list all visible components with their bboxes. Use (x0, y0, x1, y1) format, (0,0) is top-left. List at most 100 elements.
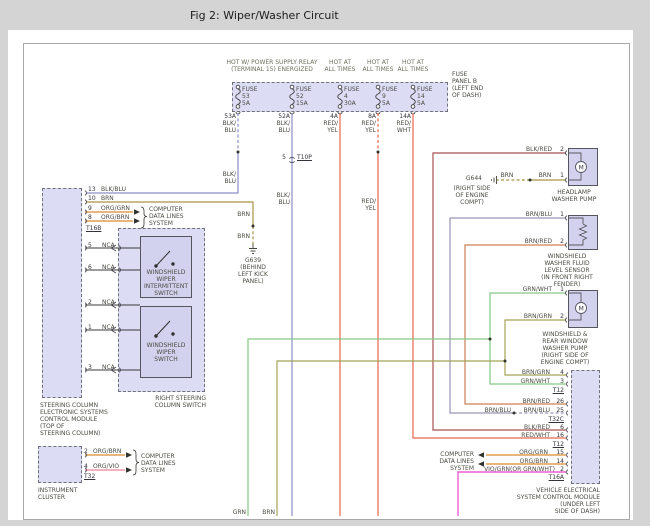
scm-pin-10-wire: BRN (101, 195, 133, 202)
vecm-pin-2: 2 (552, 466, 564, 473)
sw-pin-5: 5 (88, 242, 96, 249)
vecm-wire-brn-blu-b: BRN/BLU (516, 407, 550, 414)
vecm-pin-4: 4 (552, 369, 564, 376)
ground-g644-label: G644 (456, 175, 482, 182)
cluster-wire-org-brn: ORG/BRN (93, 448, 125, 455)
terminal-8a: 8A (354, 113, 376, 120)
scm-pin-8-wire: ORG/BRN (101, 214, 133, 221)
wire-label-blk-blu-4: BLK/BLU (268, 192, 290, 206)
headlamp-washer-pump-label: HEADLAMPWASHER PUMP (546, 189, 602, 203)
scm-pin-10: 10 (88, 195, 98, 202)
wire-label-red-yel-3: RED/YEL (354, 198, 376, 212)
vecm-wire-org-grn: ORG/GRN (512, 449, 548, 456)
vecm-wire-org-brn: ORG/BRN (512, 458, 548, 465)
data-line-braces (133, 207, 147, 475)
wire-label-brn-red-sensor: BRN/RED (518, 238, 552, 245)
cluster-wire-org-vio: ORG/VIO (93, 463, 125, 470)
vehicle-electrical-module-label: VEHICLE ELECTRICALSYSTEM CONTROL MODULE(… (510, 487, 600, 515)
scm-pin-13: 13 (88, 186, 98, 193)
instrument-cluster-label: INSTRUMENTCLUSTER (38, 487, 98, 501)
vecm-wire-brn-blu-a: BRN/BLU (477, 407, 511, 414)
motor-m-wwp: M (579, 306, 584, 313)
cluster-pin-top: 2 (84, 448, 92, 455)
hwp-pin-2: 2 (554, 146, 564, 153)
vecm-t12-label-1: T12 (534, 387, 564, 394)
ground-g639-symbol (249, 244, 257, 254)
wire-label-brn-2: BRN (232, 233, 250, 240)
vecm-t12-label-2: T12 (534, 441, 564, 448)
t16b-label: T16B (86, 225, 106, 232)
hot-at-all-times-header-3: HOT ATALL TIMES (389, 59, 437, 73)
wwp-pin-2: 2 (554, 313, 564, 320)
vecm-wire-brn-red: BRN/RED (514, 398, 550, 405)
vecm-pin-16: 16 (552, 432, 564, 439)
wfls-pin-2: 2 (554, 238, 564, 245)
sw-pin-1: 1 (88, 324, 96, 331)
wire-label-blk-blu-2: BLK/BLU (214, 171, 236, 185)
wire-label-red-wht: RED/WHT (389, 120, 411, 134)
scm-pin-13-wire: BLK/BLU (101, 186, 133, 193)
vecm-wire-vio-grn: VIO/GRN (476, 466, 510, 473)
wire-label-red-yel-2: RED/YEL (354, 120, 376, 134)
wire-label-blk-blu-3: BLK/BLU (268, 120, 290, 134)
sw-pin-2: 2 (88, 299, 96, 306)
vecm-pin-3: 3 (552, 378, 564, 385)
wire-label-brn-1: BRN (232, 211, 250, 218)
fuse-14: FUSE145A (417, 86, 437, 107)
t10p-pin: 5 (278, 154, 286, 161)
wiper-intermittent-switch-label: WINDSHIELDWIPERINTERMITTENTSWITCH (141, 269, 191, 297)
sw-pin-3: 3 (88, 364, 96, 371)
fuse-53: FUSE535A (242, 86, 262, 107)
sw-pin-5-wire: NCA (102, 242, 122, 249)
wire-label-blk-red-top: BLK/RED (518, 146, 552, 153)
fuse-4: FUSE430A (344, 86, 364, 107)
wire-label-red-yel-1: RED/YEL (316, 120, 338, 134)
vecm-pin-25: 25 (552, 407, 564, 414)
computer-data-lines-left: COMPUTERDATA LINESSYSTEM (149, 206, 189, 227)
data-line-arrows (126, 209, 484, 473)
terminal-52a: 52A (268, 113, 290, 120)
vecm-wire-brn-grn: BRN/GRN (514, 369, 550, 376)
sw-pin-6-wire: NCA (102, 264, 122, 271)
fuse-52: FUSE5215A (296, 86, 316, 107)
sw-pin-3-wire: NCA (102, 364, 122, 371)
scm-pin-8: 8 (88, 214, 98, 221)
wfls-pin-1: 1 (554, 211, 564, 218)
vecm-pin-14: 14 (552, 458, 564, 465)
wire-label-blk-blu-1: BLK/BLU (214, 120, 236, 134)
hwp-pin-1: 1 (554, 172, 564, 179)
fuse-9: FUSE95A (382, 86, 402, 107)
ground-g644-location: (RIGHT SIDEOF ENGINECOMPT) (446, 185, 498, 206)
ground-g639-label: G639(BEHINDLEFT KICKPANEL) (228, 257, 278, 285)
wire-label-brn-blu-sensor: BRN/BLU (518, 211, 552, 218)
scm-pin-9: 9 (88, 205, 98, 212)
wire-label-brn-g644-2: BRN (536, 172, 554, 179)
wiper-switch-label: WINDSHIELDWIPERSWITCH (141, 342, 191, 363)
sw-pin-2-wire: NCA (102, 299, 122, 306)
scm-pin-9-wire: ORG/GRN (101, 205, 133, 212)
t32-label: T32 (84, 473, 102, 480)
wire-label-grn-wht-pump: GRN/WHT (518, 286, 552, 293)
sw-pin-6: 6 (88, 264, 96, 271)
right-steering-column-switch-label: RIGHT STEERINGCOLUMN SWITCH (128, 395, 206, 409)
sw-pin-1-wire: NCA (102, 324, 122, 331)
fuse-panel-label: FUSEPANEL B(LEFT ENDOF DASH) (452, 71, 494, 99)
wire-label-brn-grn-pump: BRN/GRN (518, 313, 552, 320)
cluster-pin-bot: 4 (84, 463, 92, 470)
terminal-14a: 14A (389, 113, 411, 120)
vecm-pin-26: 26 (552, 398, 564, 405)
ground-g644-symbol (492, 176, 497, 184)
washer-fluid-sensor-label: WINDSHIELDWASHER FLUIDLEVEL SENSOR(IN FR… (534, 253, 600, 288)
vecm-t16a-label: T16A (534, 474, 564, 481)
vecm-wire-vio-grn-alt: (OR GRN/WHT) (510, 466, 550, 473)
wiring-diagram-page: Fig 2: Wiper/Washer Circuit (0, 0, 650, 526)
vecm-t32c-label: T32C (534, 416, 564, 423)
wwp-pin-1: 1 (554, 286, 564, 293)
vecm-wire-red-wht: RED/WHT (514, 432, 550, 439)
motor-m-hwp: M (579, 165, 584, 172)
component-internals (568, 153, 587, 320)
terminal-4a: 4A (316, 113, 338, 120)
wire-label-brn-g644-1: BRN (498, 172, 516, 179)
computer-data-lines-cluster: COMPUTERDATA LINESSYSTEM (141, 453, 181, 474)
computer-data-lines-right: COMPUTERDATA LINESSYSTEM (436, 451, 474, 472)
